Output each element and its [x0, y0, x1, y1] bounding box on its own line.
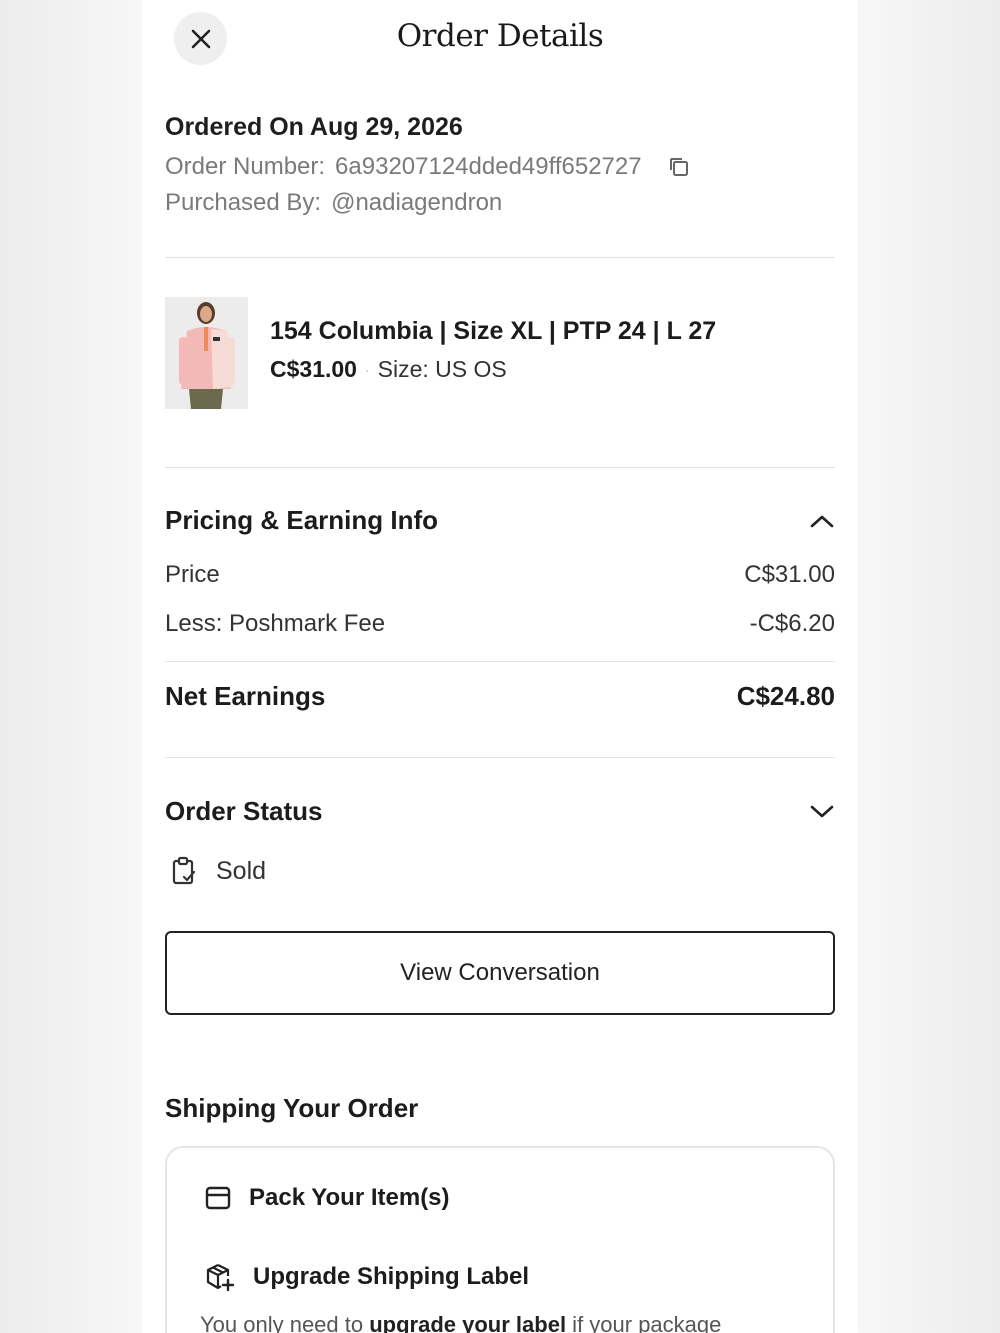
status-sold: Sold	[170, 856, 266, 886]
step-pack-label: Pack Your Item(s)	[249, 1184, 450, 1211]
backdrop-right	[858, 0, 1000, 1333]
upgrade-label-link[interactable]: upgrade your label	[369, 1312, 566, 1333]
item-price-size: C$31.00 · Size: US OS	[270, 356, 716, 383]
purchased-by-username[interactable]: @nadiagendron	[331, 189, 502, 217]
price-row: Price C$31.00	[165, 561, 835, 589]
item-thumbnail[interactable]	[165, 297, 248, 409]
copy-icon[interactable]	[668, 156, 690, 178]
item-price: C$31.00	[270, 356, 357, 382]
shipping-section-title: Shipping Your Order	[165, 1093, 419, 1123]
shipping-note-prefix: You only need to	[200, 1312, 370, 1333]
divider	[165, 757, 835, 758]
divider	[165, 661, 835, 662]
purchased-by-label: Purchased By:	[165, 189, 322, 216]
chevron-up-icon[interactable]	[809, 513, 835, 529]
divider	[165, 257, 835, 258]
item-title[interactable]: 154 Columbia | Size XL | PTP 24 | L 27	[270, 317, 716, 346]
order-number-line: Order Number: 6a93207124dded49ff652727	[165, 149, 835, 185]
step-upgrade-text: Upgrade Shipping Label	[253, 1263, 530, 1290]
clipboard-check-icon	[172, 856, 196, 885]
ordered-on-date: Ordered On Aug 29, 2026	[165, 113, 463, 141]
purchased-by-line: Purchased By: @nadiagendron	[165, 185, 835, 221]
view-conversation-button[interactable]: View Conversation	[165, 931, 835, 1015]
page-title: Order Details	[396, 18, 604, 54]
price-value: C$31.00	[744, 561, 835, 588]
order-meta: Ordered On Aug 29, 2026 Order Number: 6a…	[165, 113, 835, 221]
fee-row: Less: Poshmark Fee -C$6.20	[165, 610, 835, 638]
net-earnings-label: Net Earnings	[165, 681, 326, 711]
net-earnings-value: C$24.80	[736, 681, 835, 711]
net-earnings-row: Net Earnings C$24.80	[165, 681, 835, 712]
step-pack-items[interactable]: Pack Your Item(s)	[205, 1184, 450, 1212]
backdrop-left	[0, 0, 142, 1333]
package-plus-icon	[206, 1264, 235, 1292]
item-size: Size: US OS	[377, 356, 507, 382]
order-status-header[interactable]: Order Status	[165, 796, 835, 827]
fee-value: -C$6.20	[749, 610, 835, 637]
box-icon	[205, 1186, 231, 1210]
separator-dot: ·	[364, 361, 370, 378]
order-item[interactable]: 154 Columbia | Size XL | PTP 24 | L 27 C…	[165, 297, 835, 409]
shipping-note-suffix: if your package	[566, 1312, 722, 1333]
order-details-sheet: Order Details Ordered On Aug 29, 2026 Or…	[142, 0, 858, 1333]
pricing-section-title: Pricing & Earning Info	[165, 505, 439, 535]
order-number-value: 6a93207124dded49ff652727	[335, 153, 642, 180]
divider	[165, 467, 835, 468]
status-label: Sold	[216, 856, 267, 885]
order-status-title: Order Status	[165, 796, 323, 826]
step-upgrade-label[interactable]: Upgrade Shipping Label	[205, 1262, 529, 1292]
chevron-down-icon[interactable]	[809, 804, 835, 820]
item-info: 154 Columbia | Size XL | PTP 24 | L 27 C…	[270, 297, 716, 409]
price-label: Price	[165, 561, 220, 588]
pricing-section-header[interactable]: Pricing & Earning Info	[165, 505, 835, 536]
fee-label: Less: Poshmark Fee	[165, 610, 386, 637]
shipping-note: You only need to upgrade your label if y…	[200, 1312, 721, 1333]
shipping-card: Pack Your Item(s) Upgrade Shipping Label…	[165, 1146, 835, 1333]
order-number-label: Order Number:	[165, 153, 326, 180]
